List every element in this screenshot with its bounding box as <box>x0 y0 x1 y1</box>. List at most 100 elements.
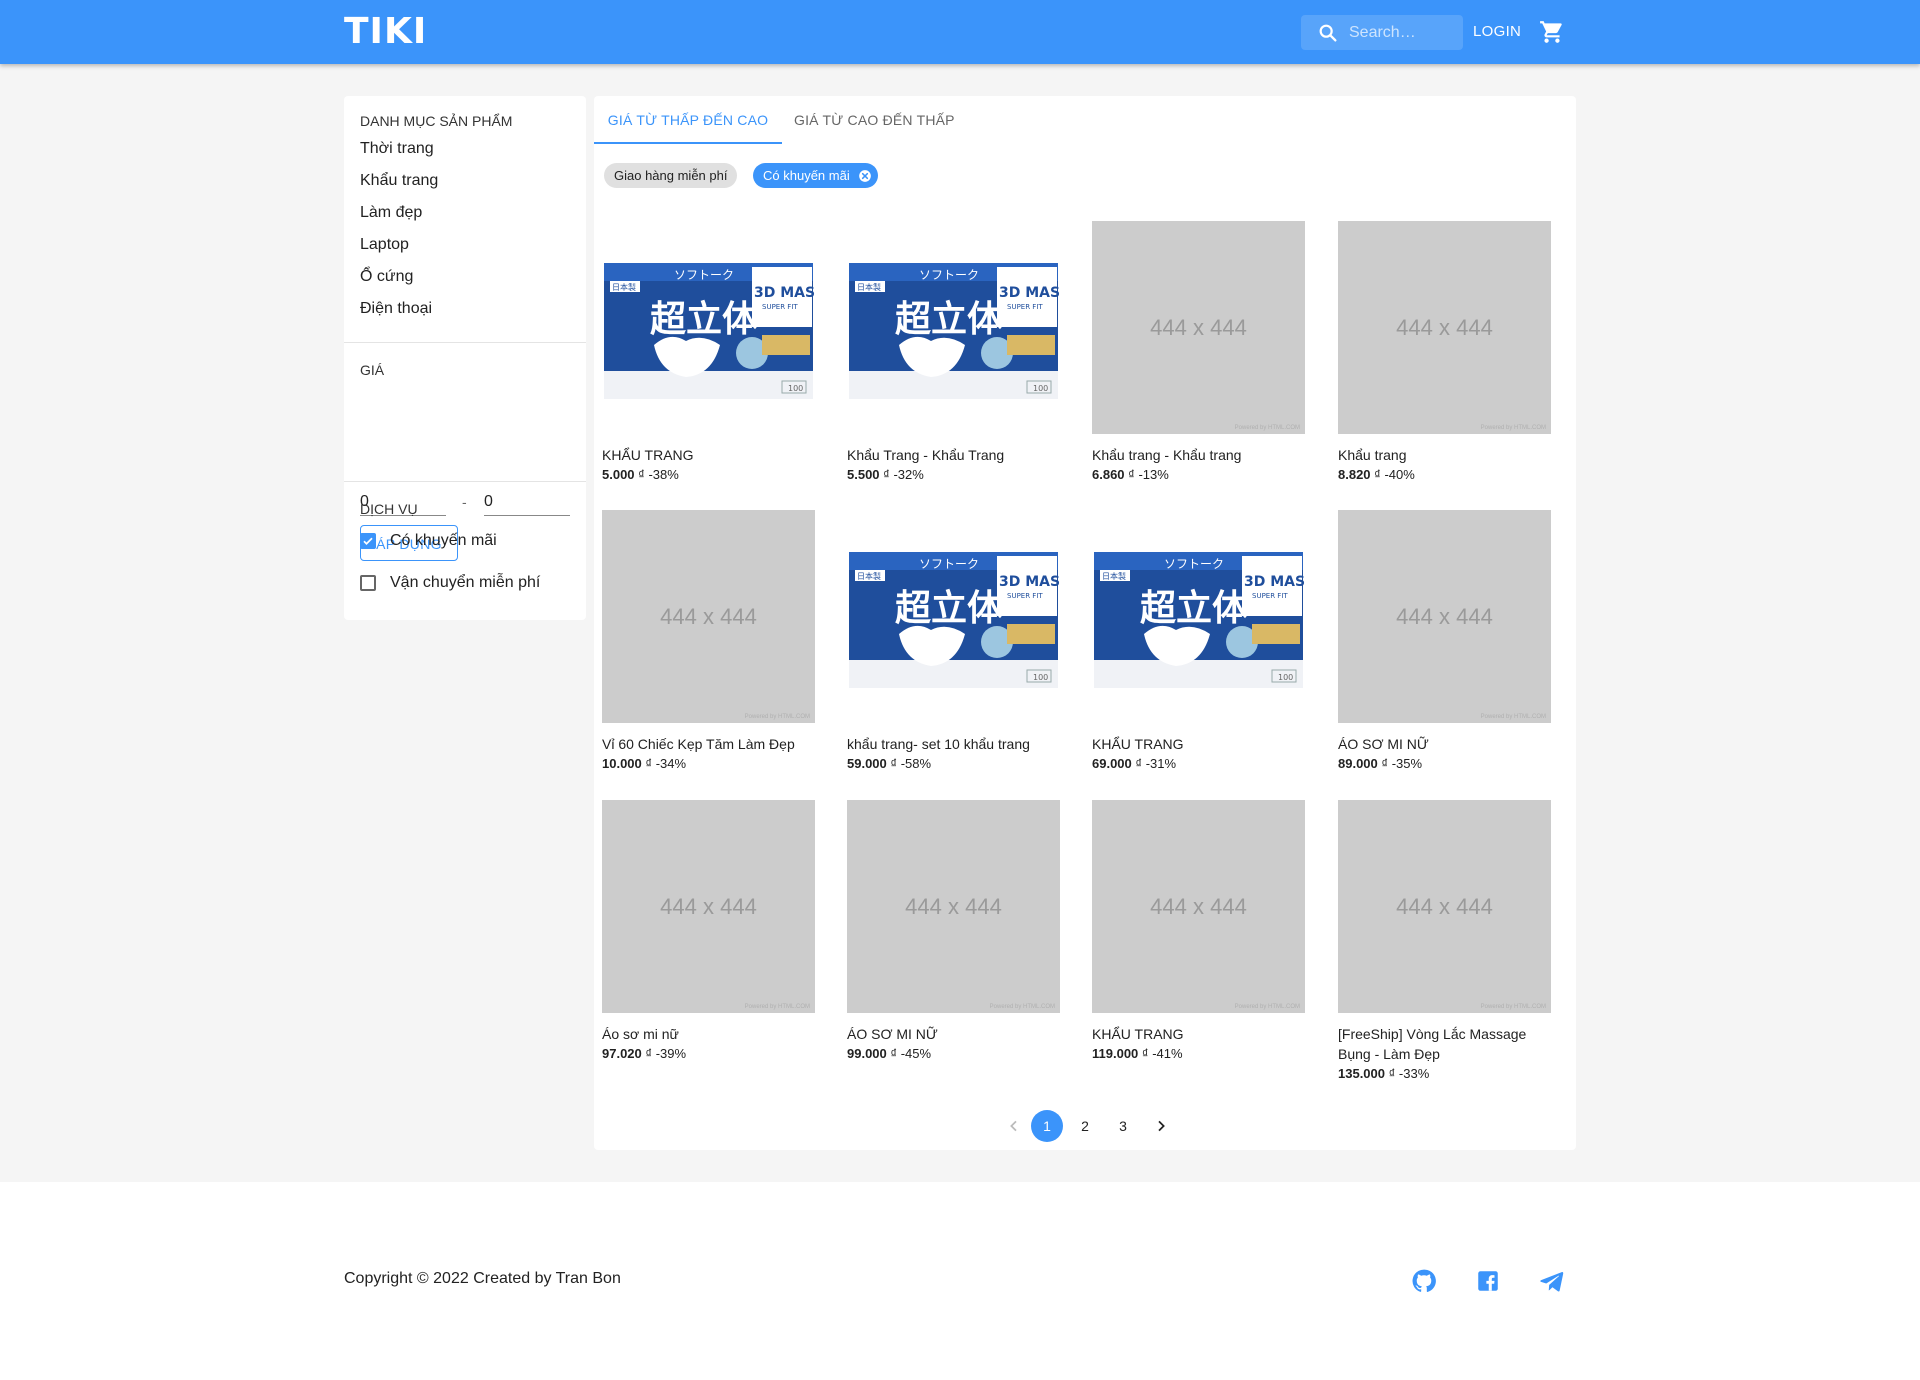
product-card[interactable]: 444 x 444 Powered by HTML.COM Vỉ 60 Chiế… <box>594 510 832 780</box>
product-currency: ₫ <box>1388 1066 1396 1081</box>
chevron-left-icon[interactable] <box>1006 1118 1022 1134</box>
product-price: 59.000 <box>847 756 887 771</box>
placeholder-credit: Powered by HTML.COM <box>1480 1004 1546 1010</box>
category-item[interactable]: Ổ cứng <box>360 265 438 297</box>
product-card[interactable]: 日本製 ソフトーク 3D MASK SUPER FIT 超立体 100 KHẨU… <box>594 221 832 491</box>
category-item[interactable]: Khẩu trang <box>360 169 438 201</box>
product-discount: -31% <box>1145 756 1177 771</box>
page-1-button[interactable]: 1 <box>1031 1110 1063 1142</box>
chip-free-delivery[interactable]: Giao hàng miễn phí <box>604 163 738 188</box>
free-shipping-checkbox[interactable] <box>360 575 376 591</box>
product-price-row: 5.000 ₫ -38% <box>602 465 822 485</box>
product-name[interactable]: KHẨU TRANG <box>1092 734 1312 754</box>
mask-count: 100 <box>788 384 803 393</box>
product-card[interactable]: 444 x 444 Powered by HTML.COM Khẩu trang… <box>1330 221 1568 491</box>
category-item[interactable]: Điện thoại <box>360 297 438 329</box>
product-image[interactable]: 日本製 ソフトーク 3D MASK SUPER FIT 超立体 100 <box>602 221 815 434</box>
mask-brand: 3D MASK <box>999 285 1060 301</box>
tiki-logo[interactable]: TIKI <box>344 8 427 54</box>
placeholder-text: 444 x 444 <box>660 893 757 919</box>
product-card[interactable]: 日本製 ソフトーク 3D MASK SUPER FIT 超立体 100 Khẩu… <box>839 221 1077 491</box>
telegram-icon[interactable] <box>1539 1268 1565 1294</box>
page-3-button[interactable]: 3 <box>1107 1110 1139 1142</box>
facebook-icon[interactable] <box>1475 1268 1501 1294</box>
product-price-row: 59.000 ₫ -58% <box>847 754 1067 774</box>
category-item[interactable]: Thời trang <box>360 137 438 169</box>
product-price-row: 8.820 ₫ -40% <box>1338 465 1558 485</box>
mask-brand: 3D MASK <box>754 285 815 301</box>
product-image[interactable]: 日本製 ソフトーク 3D MASK SUPER FIT 超立体 100 <box>847 221 1060 434</box>
product-name[interactable]: KHẨU TRANG <box>602 445 822 465</box>
product-card[interactable]: 444 x 444 Powered by HTML.COM [FreeShip]… <box>1330 800 1568 1081</box>
product-name[interactable]: ÁO SƠ MI NỮ <box>1338 734 1558 754</box>
product-card[interactable]: 444 x 444 Powered by HTML.COM Khẩu trang… <box>1084 221 1322 491</box>
product-name[interactable]: khẩu trang- set 10 khẩu trang <box>847 734 1067 754</box>
page-2-button[interactable]: 2 <box>1069 1110 1101 1142</box>
service-promotion-option[interactable]: Có khuyến mãi <box>360 529 497 553</box>
chip-label: Giao hàng miễn phí <box>614 168 728 183</box>
placeholder-credit: Powered by HTML.COM <box>1480 714 1546 720</box>
product-card[interactable]: 日本製 ソフトーク 3D MASK SUPER FIT 超立体 100 KHẨU… <box>1084 510 1322 780</box>
product-image[interactable]: 444 x 444 Powered by HTML.COM <box>602 800 815 1013</box>
tab-price-low-to-high[interactable]: GIÁ TỪ THẤP ĐẾN CAO <box>594 96 782 144</box>
search-input[interactable] <box>1347 22 1461 43</box>
product-image[interactable]: 444 x 444 Powered by HTML.COM <box>1338 221 1551 434</box>
mask-made-label: 日本製 <box>1102 571 1126 581</box>
product-card[interactable]: 444 x 444 Powered by HTML.COM ÁO SƠ MI N… <box>1330 510 1568 780</box>
product-name[interactable]: Khẩu trang <box>1338 445 1558 465</box>
product-price: 89.000 <box>1338 756 1378 771</box>
product-info: Khẩu trang 8.820 ₫ -40% <box>1338 445 1558 485</box>
product-name[interactable]: Áo sơ mi nữ <box>602 1024 822 1044</box>
product-card[interactable]: 444 x 444 Powered by HTML.COM KHẨU TRANG… <box>1084 800 1322 1070</box>
product-image[interactable]: 444 x 444 Powered by HTML.COM <box>1338 510 1551 723</box>
placeholder-credit: Powered by HTML.COM <box>989 1004 1055 1010</box>
product-name[interactable]: [FreeShip] Vòng Lắc Massage Bụng - Làm Đ… <box>1338 1024 1558 1064</box>
product-name[interactable]: Khẩu trang - Khẩu trang <box>1092 445 1312 465</box>
app-header: TIKI LOGIN <box>0 0 1920 64</box>
product-currency: ₫ <box>1135 756 1143 771</box>
product-card[interactable]: 444 x 444 Powered by HTML.COM Áo sơ mi n… <box>594 800 832 1070</box>
chip-remove-icon[interactable] <box>858 169 872 183</box>
product-discount: -39% <box>655 1046 687 1061</box>
logo-text: TIKI <box>344 10 428 52</box>
category-list: Thời trang Khẩu trang Làm đẹp Laptop Ổ c… <box>360 137 438 329</box>
product-image[interactable]: 444 x 444 Powered by HTML.COM <box>847 800 1060 1013</box>
product-card[interactable]: 日本製 ソフトーク 3D MASK SUPER FIT 超立体 100 khẩu… <box>839 510 1077 780</box>
tab-price-high-to-low[interactable]: GIÁ TỪ CAO ĐẾN THẤP <box>794 96 955 144</box>
chip-promotion[interactable]: Có khuyến mãi <box>753 163 878 188</box>
promotion-checkbox[interactable] <box>360 533 376 549</box>
services-title: DỊCH VỤ <box>360 501 418 517</box>
search-box[interactable] <box>1301 15 1463 50</box>
product-price-row: 99.000 ₫ -45% <box>847 1044 1067 1064</box>
mask-jp-top: ソフトーク <box>919 557 979 571</box>
product-image[interactable]: 日本製 ソフトーク 3D MASK SUPER FIT 超立体 100 <box>1092 510 1305 723</box>
service-free-shipping-option[interactable]: Vận chuyển miễn phí <box>360 571 540 595</box>
chevron-right-icon[interactable] <box>1153 1118 1169 1134</box>
product-name[interactable]: ÁO SƠ MI NỮ <box>847 1024 1067 1044</box>
product-image[interactable]: 444 x 444 Powered by HTML.COM <box>1338 800 1551 1013</box>
product-name[interactable]: Vỉ 60 Chiếc Kẹp Tăm Làm Đẹp <box>602 734 822 754</box>
product-name[interactable]: KHẨU TRANG <box>1092 1024 1312 1044</box>
github-icon[interactable] <box>1411 1268 1437 1294</box>
product-price: 10.000 <box>602 756 642 771</box>
product-image[interactable]: 444 x 444 Powered by HTML.COM <box>602 510 815 723</box>
product-name[interactable]: Khẩu Trang - Khẩu Trang <box>847 445 1067 465</box>
product-price: 135.000 <box>1338 1066 1385 1081</box>
product-image[interactable]: 444 x 444 Powered by HTML.COM <box>1092 221 1305 434</box>
product-panel: GIÁ TỪ THẤP ĐẾN CAO GIÁ TỪ CAO ĐẾN THẤP … <box>594 96 1576 1150</box>
product-price: 69.000 <box>1092 756 1132 771</box>
product-currency: ₫ <box>645 756 653 771</box>
mask-brand: 3D MASK <box>1244 574 1305 590</box>
shopping-cart-icon[interactable] <box>1539 19 1565 45</box>
product-price: 5.500 <box>847 467 880 482</box>
product-price-row: 119.000 ₫ -41% <box>1092 1044 1312 1064</box>
filter-sidebar: DANH MỤC SẢN PHẨM Thời trang Khẩu trang … <box>344 96 586 620</box>
login-button[interactable]: LOGIN <box>1473 20 1521 44</box>
product-price: 97.020 <box>602 1046 642 1061</box>
product-image[interactable]: 444 x 444 Powered by HTML.COM <box>1092 800 1305 1013</box>
product-card[interactable]: 444 x 444 Powered by HTML.COM ÁO SƠ MI N… <box>839 800 1077 1070</box>
product-image[interactable]: 日本製 ソフトーク 3D MASK SUPER FIT 超立体 100 <box>847 510 1060 723</box>
price-max-input[interactable] <box>484 489 570 516</box>
category-item[interactable]: Laptop <box>360 233 438 265</box>
category-item[interactable]: Làm đẹp <box>360 201 438 233</box>
